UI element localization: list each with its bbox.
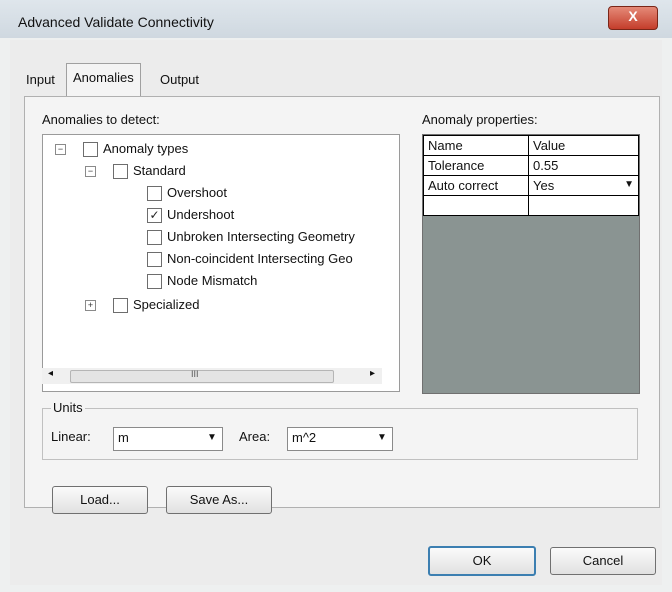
- tree-label-standard: Standard: [133, 163, 186, 178]
- properties-section-label: Anomaly properties:: [422, 112, 538, 127]
- linear-label: Linear:: [51, 429, 91, 444]
- property-value-auto-correct[interactable]: Yes ▼: [528, 175, 639, 196]
- area-units-select[interactable]: m^2 ▼: [287, 427, 393, 451]
- checkbox-unbroken-intersecting-geometry[interactable]: [147, 230, 162, 245]
- tree-label-node-mismatch: Node Mismatch: [167, 273, 258, 288]
- dropdown-arrow-icon[interactable]: ▼: [624, 179, 634, 190]
- tree-label-non-coincident-intersecting-geo: Non-coincident Intersecting Geo: [167, 251, 353, 266]
- ok-button[interactable]: OK: [428, 546, 536, 576]
- scrollbar-grip-icon: III: [191, 369, 199, 379]
- tab-output[interactable]: Output: [154, 66, 205, 94]
- units-group: Units Linear: m ▼ Area: m^2 ▼: [42, 400, 638, 460]
- property-name: Auto correct: [423, 175, 529, 196]
- checkbox-node-mismatch[interactable]: [147, 274, 162, 289]
- cancel-button[interactable]: Cancel: [550, 547, 656, 575]
- checkbox-non-coincident-intersecting-geo[interactable]: [147, 252, 162, 267]
- checkbox-overshoot[interactable]: [147, 186, 162, 201]
- collapse-icon[interactable]: −: [85, 166, 96, 177]
- tree-label-overshoot: Overshoot: [167, 185, 227, 200]
- property-row-tolerance: Tolerance 0.55: [423, 155, 639, 176]
- scrollbar-thumb[interactable]: III: [70, 369, 334, 383]
- properties-table: Name Value Tolerance 0.55 Auto correct Y…: [423, 135, 639, 216]
- checkbox-standard[interactable]: [113, 164, 128, 179]
- checkbox-undershoot[interactable]: ✓: [147, 208, 162, 223]
- scroll-left-icon[interactable]: ◂: [48, 368, 53, 379]
- anomaly-properties-grid: Name Value Tolerance 0.55 Auto correct Y…: [422, 134, 640, 394]
- linear-units-select[interactable]: m ▼: [113, 427, 223, 451]
- property-row-auto-correct: Auto correct Yes ▼: [423, 175, 639, 196]
- checkbox-anomaly-types[interactable]: [83, 142, 98, 157]
- load-button[interactable]: Load...: [52, 486, 148, 514]
- auto-correct-value: Yes: [533, 178, 555, 193]
- header-name: Name: [423, 135, 529, 156]
- tree-label-unbroken-intersecting-geometry: Unbroken Intersecting Geometry: [167, 229, 355, 244]
- tree-horizontal-scrollbar[interactable]: ◂ III ▸: [42, 368, 382, 384]
- dialog-window: Advanced Validate Connectivity X Input A…: [0, 0, 672, 592]
- units-group-label: Units: [51, 400, 85, 415]
- tab-input[interactable]: Input: [20, 66, 61, 94]
- tree-label-undershoot: Undershoot: [167, 207, 235, 222]
- area-label: Area:: [239, 429, 271, 444]
- title-bar[interactable]: Advanced Validate Connectivity X: [0, 0, 672, 38]
- area-units-value: m^2: [292, 430, 317, 445]
- tree-label-specialized: Specialized: [133, 297, 200, 312]
- chevron-down-icon: ▼: [207, 432, 217, 443]
- scroll-right-icon[interactable]: ▸: [370, 368, 375, 379]
- tab-anomalies[interactable]: Anomalies: [66, 63, 141, 96]
- header-value: Value: [528, 135, 639, 156]
- chevron-down-icon: ▼: [377, 432, 387, 443]
- tree-label-anomaly-types: Anomaly types: [103, 141, 189, 156]
- empty-cell: [528, 195, 639, 216]
- close-button[interactable]: X: [608, 6, 658, 30]
- property-name: Tolerance: [423, 155, 529, 176]
- expand-icon[interactable]: +: [85, 300, 96, 311]
- properties-header-row: Name Value: [423, 135, 639, 156]
- collapse-icon[interactable]: −: [55, 144, 66, 155]
- empty-cell: [423, 195, 529, 216]
- property-row-empty: [423, 195, 639, 216]
- close-icon: X: [628, 8, 638, 24]
- anomaly-tree[interactable]: − Anomaly types − Standard Overshoot ✓ U…: [42, 134, 400, 392]
- property-value-tolerance[interactable]: 0.55: [528, 155, 639, 176]
- checkbox-specialized[interactable]: [113, 298, 128, 313]
- window-title: Advanced Validate Connectivity: [18, 14, 214, 30]
- linear-units-value: m: [118, 430, 129, 445]
- anomalies-section-label: Anomalies to detect:: [42, 112, 160, 127]
- save-as-button[interactable]: Save As...: [166, 486, 272, 514]
